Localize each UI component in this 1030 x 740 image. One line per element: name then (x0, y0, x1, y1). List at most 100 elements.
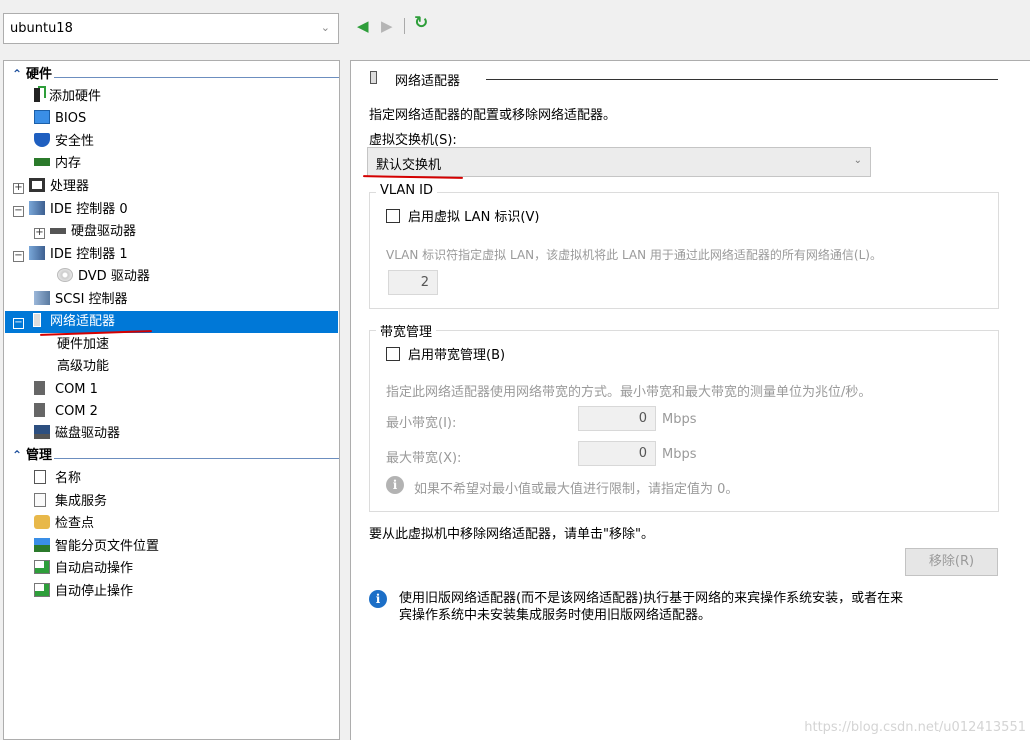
toolbar-separator (404, 18, 405, 34)
max-bandwidth-unit: Mbps (662, 447, 697, 462)
bandwidth-group: 带宽管理 启用带宽管理(B) 指定此网络适配器使用网络带宽的方式。最小带宽和最大… (369, 321, 999, 512)
back-arrow-icon[interactable]: ◀ (357, 16, 369, 36)
tree-item-hardware-acceleration[interactable]: 硬件加速 (57, 334, 109, 356)
tree-item-smart-paging[interactable]: 智能分页文件位置 (34, 536, 159, 558)
ide-controller-icon (29, 201, 45, 215)
tree-item-hard-drive[interactable]: + 硬盘驱动器 (34, 221, 136, 243)
tree-item-scsi-controller[interactable]: SCSI 控制器 (34, 289, 128, 311)
vlan-group: VLAN ID 启用虚拟 LAN 标识(V) VLAN 标识符指定虚拟 LAN，… (369, 183, 999, 309)
min-bandwidth-label: 最小带宽(I): (386, 416, 457, 431)
collapse-icon[interactable]: − (13, 206, 24, 217)
vlan-group-label: VLAN ID (376, 183, 438, 198)
collapse-icon[interactable]: − (13, 251, 24, 262)
tree-item-bios[interactable]: BIOS (34, 108, 86, 130)
tree-item-label: 处理器 (50, 179, 90, 194)
tree-item-label: IDE 控制器 0 (50, 202, 128, 217)
remove-button[interactable]: 移除(R) (905, 548, 998, 576)
info-icon: i (386, 476, 404, 494)
collapse-chevron-icon: ⌃ (11, 67, 23, 81)
expand-icon[interactable]: + (34, 228, 45, 239)
bios-icon (34, 110, 50, 124)
tree-item-checkpoints[interactable]: 检查点 (34, 513, 94, 535)
management-category[interactable]: ⌃ 管理 (8, 445, 52, 465)
tree-item-label: 硬盘驱动器 (71, 224, 137, 239)
tree-item-label: 添加硬件 (49, 89, 102, 104)
auto-stop-icon (34, 583, 50, 597)
section-title: 网络适配器 (395, 74, 461, 89)
tree-item-label: SCSI 控制器 (55, 292, 128, 307)
tree-item-label: 网络适配器 (50, 314, 116, 329)
tree-item-add-hardware[interactable]: 添加硬件 (34, 86, 101, 108)
tree-item-com1[interactable]: COM 1 (34, 379, 98, 401)
com-port-icon (34, 403, 45, 417)
tree-item-com2[interactable]: COM 2 (34, 401, 98, 423)
bandwidth-note: 如果不希望对最小值或最大值进行限制，请指定值为 0。 (414, 482, 739, 497)
virtual-switch-dropdown[interactable]: 默认交换机 ⌄ (367, 147, 871, 177)
processor-icon (29, 178, 45, 192)
tree-item-label: BIOS (55, 111, 87, 126)
vlan-id-input[interactable]: 2 (388, 270, 438, 295)
tree-item-label: 磁盘驱动器 (55, 426, 121, 441)
max-bandwidth-input[interactable]: 0 (578, 441, 656, 466)
tree-item-label: DVD 驱动器 (78, 269, 150, 284)
watermark-text: https://blog.csdn.net/u012413551 (804, 720, 1026, 735)
floppy-disk-icon (34, 425, 50, 439)
auto-start-icon (34, 560, 50, 574)
tree-item-dvd-drive[interactable]: DVD 驱动器 (57, 266, 150, 288)
document-icon (34, 493, 46, 507)
info-icon: i (369, 590, 387, 608)
tree-item-label: 安全性 (55, 134, 95, 149)
tree-item-ide-controller-0[interactable]: − IDE 控制器 0 (13, 199, 128, 221)
tree-item-label: 高级功能 (57, 359, 110, 374)
hardware-category[interactable]: ⌃ 硬件 (8, 64, 52, 84)
tree-item-label: IDE 控制器 1 (50, 247, 128, 262)
collapse-chevron-icon: ⌃ (11, 448, 23, 462)
tree-item-label: 名称 (55, 471, 82, 486)
tree-item-auto-start[interactable]: 自动启动操作 (34, 558, 133, 580)
min-bandwidth-input[interactable]: 0 (578, 406, 656, 431)
category-divider (54, 458, 339, 459)
refresh-icon[interactable]: ↻ (414, 13, 428, 33)
checkbox-box (386, 209, 400, 223)
checkbox-label: 启用虚拟 LAN 标识(V) (408, 210, 540, 225)
bandwidth-help-text: 指定此网络适配器使用网络带宽的方式。最小带宽和最大带宽的测量单位为兆位/秒。 (386, 385, 872, 400)
bandwidth-enable-checkbox[interactable]: 启用带宽管理(B) (386, 344, 505, 363)
vm-selector-value: ubuntu18 (10, 21, 73, 36)
tree-item-processor[interactable]: + 处理器 (13, 176, 89, 198)
tree-item-auto-stop[interactable]: 自动停止操作 (34, 581, 133, 603)
description-text: 指定网络适配器的配置或移除网络适配器。 (369, 108, 617, 123)
tree-item-memory[interactable]: 内存 (34, 153, 81, 175)
vlan-enable-checkbox[interactable]: 启用虚拟 LAN 标识(V) (386, 206, 539, 225)
tree-item-ide-controller-1[interactable]: − IDE 控制器 1 (13, 244, 128, 266)
chevron-down-icon: ⌄ (853, 155, 862, 166)
settings-panel: 网络适配器 指定网络适配器的配置或移除网络适配器。 虚拟交换机(S): 默认交换… (350, 60, 1030, 740)
collapse-icon[interactable]: − (13, 318, 24, 329)
max-bandwidth-label: 最大带宽(X): (386, 451, 462, 466)
settings-tree: ⌃ 硬件 添加硬件 BIOS 安全性 内存 + 处理器 − IDE 控制器 0 + 硬盘… (3, 60, 340, 740)
dvd-disc-icon (57, 268, 73, 282)
vlan-help-text: VLAN 标识符指定虚拟 LAN，该虚拟机将此 LAN 用于通过此网络适配器的所… (386, 248, 882, 262)
virtual-switch-label: 虚拟交换机(S): (369, 133, 457, 148)
chevron-down-icon: ⌄ (320, 21, 330, 34)
tree-item-floppy-drive[interactable]: 磁盘驱动器 (34, 423, 120, 445)
tree-item-label: 内存 (55, 156, 82, 171)
tree-item-name[interactable]: 名称 (34, 468, 81, 490)
remove-instruction-text: 要从此虚拟机中移除网络适配器，请单击"移除"。 (369, 527, 654, 542)
forward-arrow-icon[interactable]: ▶ (381, 16, 393, 36)
tree-item-label: 自动停止操作 (55, 584, 134, 599)
tree-item-security[interactable]: 安全性 (34, 131, 94, 153)
hard-drive-icon (50, 228, 66, 234)
memory-icon (34, 158, 50, 166)
tree-item-label: 集成服务 (55, 494, 108, 509)
shield-icon (34, 133, 50, 147)
tree-item-label: 自动启动操作 (55, 561, 134, 576)
tree-item-label: 硬件加速 (57, 337, 110, 352)
tree-item-advanced-features[interactable]: 高级功能 (57, 356, 109, 378)
red-annotation-underline (362, 175, 464, 179)
tree-item-integration-services[interactable]: 集成服务 (34, 491, 107, 513)
virtual-switch-value: 默认交换机 (376, 158, 442, 173)
tree-item-network-adapter[interactable]: − 网络适配器 (5, 311, 338, 333)
vm-selector[interactable]: ubuntu18 ⌄ (3, 13, 339, 44)
hardware-header-label: 硬件 (26, 67, 53, 82)
expand-icon[interactable]: + (13, 183, 24, 194)
